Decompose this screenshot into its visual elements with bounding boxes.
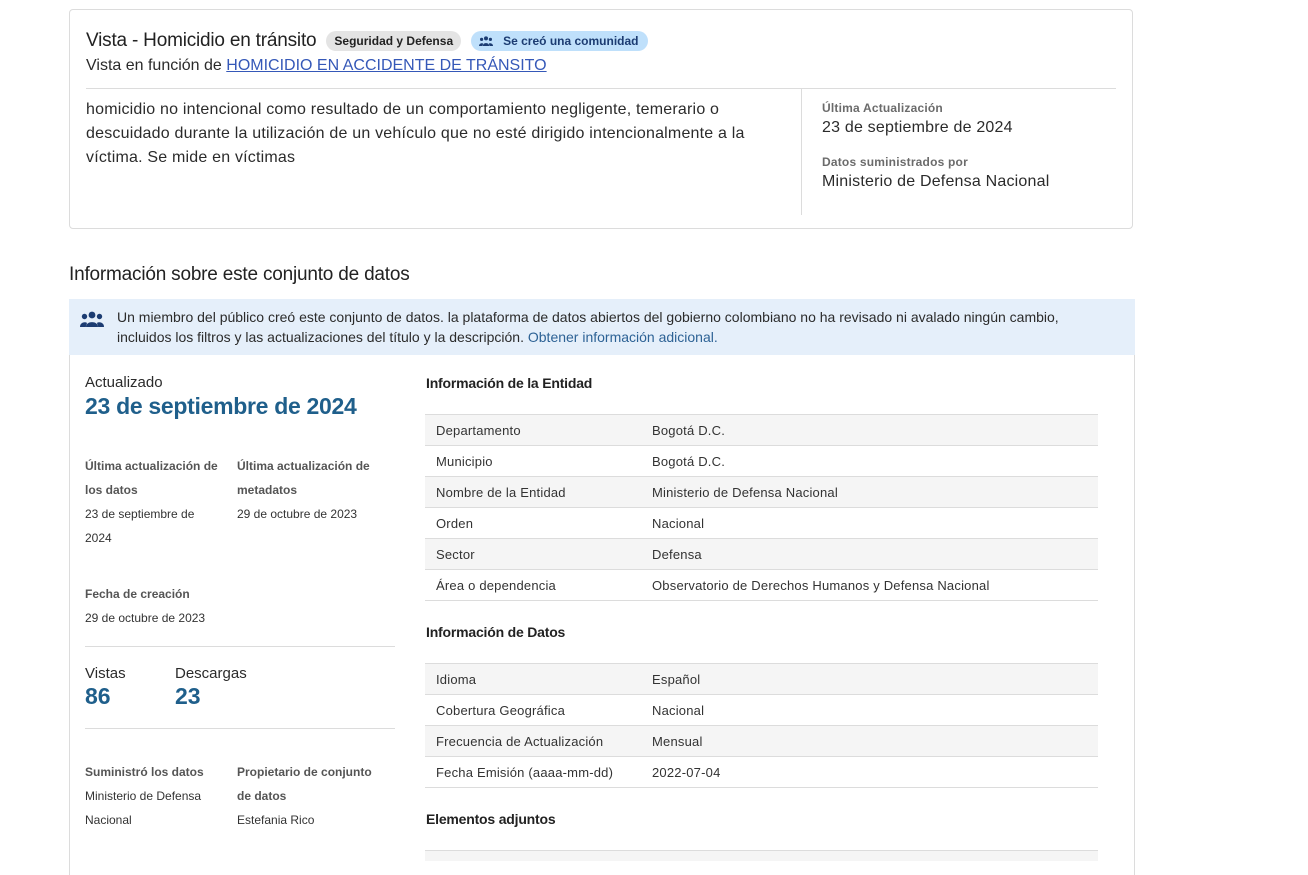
divider bbox=[85, 728, 395, 729]
downloads-block: Descargas 23 bbox=[175, 665, 247, 710]
more-info-link[interactable]: Obtener información adicional. bbox=[528, 329, 718, 345]
table-row: Cobertura Geográfica Nacional bbox=[425, 694, 1098, 725]
owner-label: Propietario de conjunto de datos bbox=[237, 765, 372, 803]
based-on-line: Vista en función de HOMICIDIO EN ACCIDEN… bbox=[86, 57, 547, 75]
row-key: Área o dependencia bbox=[436, 577, 556, 593]
provided-by-label: Datos suministrados por bbox=[822, 155, 968, 169]
row-value: Nacional bbox=[652, 702, 705, 718]
people-group-icon bbox=[479, 36, 494, 46]
dataset-page: Vista - Homicidio en tránsito Seguridad … bbox=[0, 0, 1308, 875]
table-row: Departamento Bogotá D.C. bbox=[425, 414, 1098, 445]
community-badge[interactable]: Se creó una comunidad bbox=[471, 31, 648, 51]
views-value: 86 bbox=[85, 683, 111, 709]
metadata-update-value: 29 de octubre de 2023 bbox=[237, 507, 358, 521]
data-info-table: Idioma Español Cobertura Geográfica Nacion… bbox=[425, 663, 1098, 788]
views-label: Vistas bbox=[85, 665, 126, 682]
row-key: Sector bbox=[436, 546, 475, 562]
vertical-divider bbox=[801, 89, 802, 215]
data-info-title: Información de Datos bbox=[426, 624, 566, 640]
table-row: Municipio Bogotá D.C. bbox=[425, 445, 1098, 476]
table-row: Frecuencia de Actualización Mensual bbox=[425, 725, 1098, 756]
owner-block: Propietario de conjunto de datos Estefan… bbox=[237, 760, 387, 832]
row-key: Municipio bbox=[436, 453, 493, 469]
entity-info-table: Departamento Bogotá D.C. Municipio Bogotá … bbox=[425, 414, 1098, 601]
owner-value: Estefania Rico bbox=[237, 813, 315, 827]
table-row: Nombre de la Entidad Ministerio de Defens… bbox=[425, 476, 1098, 507]
row-key: Frecuencia de Actualización bbox=[436, 733, 604, 749]
attachments-title: Elementos adjuntos bbox=[426, 811, 556, 827]
table-row: Idioma Español bbox=[425, 663, 1098, 694]
updated-value: 23 de septiembre de 2024 bbox=[85, 393, 357, 419]
provided-by-value: Ministerio de Defensa Nacional bbox=[822, 173, 1050, 190]
dataset-description: homicidio no intencional como resultado … bbox=[86, 101, 745, 166]
entity-info-title: Información de la Entidad bbox=[426, 375, 593, 391]
divider bbox=[85, 646, 395, 647]
notice-text: Un miembro del público creó este conjunt… bbox=[117, 307, 1117, 347]
row-key: Departamento bbox=[436, 422, 521, 438]
supplier-value: Ministerio de Defensa Nacional bbox=[85, 789, 202, 827]
supplier-block: Suministró los datos Ministerio de Defen… bbox=[85, 760, 220, 832]
section-title: Información sobre este conjunto de datos bbox=[69, 264, 410, 285]
views-block: Vistas 86 bbox=[85, 665, 126, 710]
category-badge[interactable]: Seguridad y Defensa bbox=[326, 31, 462, 51]
row-value: Mensual bbox=[652, 733, 703, 749]
attachments-table bbox=[425, 850, 1098, 861]
metadata-update-label: Última actualización de metadatos bbox=[237, 459, 370, 497]
metadata-update-block: Última actualización de metadatos 29 de … bbox=[237, 454, 387, 526]
row-key: Orden bbox=[436, 515, 474, 531]
card-divider bbox=[86, 88, 1116, 89]
table-row: Fecha Emisión (aaaa-mm-dd) 2022-07-04 bbox=[425, 756, 1098, 788]
title-row: Vista - Homicidio en tránsito Seguridad … bbox=[86, 30, 648, 52]
row-value: Defensa bbox=[652, 546, 702, 562]
data-update-value: 23 de septiembre de 2024 bbox=[85, 507, 195, 545]
downloads-value: 23 bbox=[175, 683, 201, 709]
table-row: Área o dependencia Observatorio de Derech… bbox=[425, 569, 1098, 601]
row-value: Bogotá D.C. bbox=[652, 453, 726, 469]
row-key: Cobertura Geográfica bbox=[436, 702, 566, 718]
supplier-label: Suministró los datos bbox=[85, 765, 204, 779]
created-label: Fecha de creación bbox=[85, 587, 190, 601]
community-notice: Un miembro del público creó este conjunt… bbox=[69, 299, 1135, 355]
page-title: Vista - Homicidio en tránsito bbox=[86, 30, 317, 51]
based-on-prefix: Vista en función de bbox=[86, 57, 222, 74]
people-group-icon bbox=[80, 311, 104, 327]
card-metadata: Última Actualización 23 de septiembre de… bbox=[822, 101, 1049, 191]
created-value: 29 de octubre de 2023 bbox=[85, 611, 206, 625]
last-update-label: Última Actualización bbox=[822, 101, 943, 115]
table-row: Sector Defensa bbox=[425, 538, 1098, 569]
row-value: Bogotá D.C. bbox=[652, 422, 726, 438]
row-value: Ministerio de Defensa Nacional bbox=[652, 484, 838, 500]
table-row: Orden Nacional bbox=[425, 507, 1098, 538]
data-update-label: Última actualización de los datos bbox=[85, 459, 218, 497]
row-value: Español bbox=[652, 671, 701, 687]
row-key: Idioma bbox=[436, 671, 477, 687]
downloads-label: Descargas bbox=[175, 665, 247, 682]
last-update-value: 23 de septiembre de 2024 bbox=[822, 119, 1013, 136]
created-block: Fecha de creación 29 de octubre de 2023 bbox=[85, 582, 285, 630]
row-value: Nacional bbox=[652, 515, 705, 531]
row-key: Fecha Emisión (aaaa-mm-dd) bbox=[436, 764, 614, 780]
updated-label: Actualizado bbox=[85, 374, 163, 391]
dataset-summary-card: Vista - Homicidio en tránsito Seguridad … bbox=[69, 9, 1133, 229]
data-update-block: Última actualización de los datos 23 de … bbox=[85, 454, 220, 550]
row-key: Nombre de la Entidad bbox=[436, 484, 566, 500]
parent-dataset-link[interactable]: HOMICIDIO EN ACCIDENTE DE TRÁNSITO bbox=[226, 57, 546, 74]
community-badge-label: Se creó una comunidad bbox=[503, 34, 639, 48]
row-value: Observatorio de Derechos Humanos y Defen… bbox=[652, 577, 990, 593]
row-value: 2022-07-04 bbox=[652, 764, 721, 780]
